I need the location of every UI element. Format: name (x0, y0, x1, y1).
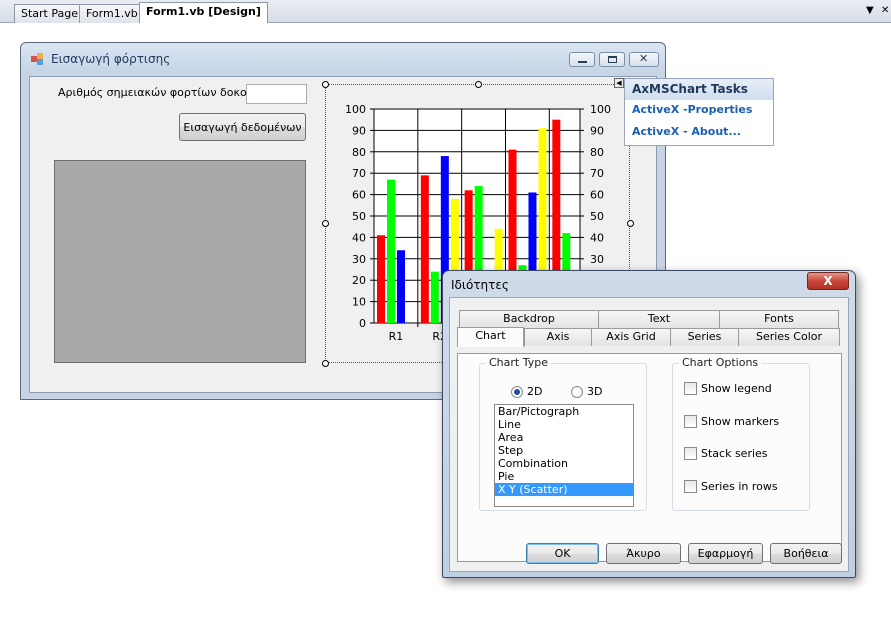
form-close-button[interactable]: ✕ (629, 52, 659, 67)
dialog-close-button[interactable]: X (807, 272, 849, 290)
tab-start-page[interactable]: Start Page (14, 4, 85, 23)
ok-button[interactable]: OK (526, 543, 599, 564)
radio-2d-label: 2D (527, 385, 543, 398)
maximize-icon (608, 56, 617, 63)
tab-text[interactable]: Text (598, 310, 720, 328)
y2-tick-label: 90 (590, 124, 604, 137)
show-markers-checkbox[interactable] (684, 415, 697, 428)
input-data-button[interactable]: Εισαγωγή δεδομένων (179, 113, 306, 141)
radio-3d[interactable] (571, 386, 583, 398)
x-tick-label: R1 (389, 330, 404, 343)
bar[interactable] (387, 179, 395, 323)
series-in-rows-label: Series in rows (701, 480, 778, 493)
dialog-title: Ιδιότητες (451, 278, 509, 292)
chart-type-option[interactable]: X Y (Scatter) (495, 483, 633, 496)
y-tick-label: 20 (352, 274, 366, 287)
chart-type-option[interactable]: Step (495, 444, 633, 457)
smart-tag-panel: AxMSChart Tasks ActiveX -Properties Acti… (624, 78, 774, 146)
cancel-button[interactable]: Άκυρο (606, 543, 681, 564)
y-tick-label: 90 (352, 124, 366, 137)
tab-series-color[interactable]: Series Color (738, 328, 840, 346)
y-tick-label: 80 (352, 146, 366, 159)
show-legend-label: Show legend (701, 382, 772, 395)
y2-tick-label: 50 (590, 210, 604, 223)
help-button[interactable]: Βοήθεια (770, 543, 842, 564)
close-icon: ✕ (639, 52, 649, 65)
tab-axis[interactable]: Axis (524, 328, 592, 346)
document-tab-bar: Start Page Form1.vb Form1.vb [Design] ▼ … (0, 0, 891, 24)
activex-properties-link[interactable]: ActiveX -Properties (625, 100, 773, 122)
tab-dropdown-icon[interactable]: ▼ (866, 5, 874, 16)
y-tick-label: 70 (352, 167, 366, 180)
chart-tab-page: Chart Type 2D 3D Bar/Pictograph Line Area S… (457, 353, 842, 562)
properties-dialog: Ιδιότητες X Backdrop Text Fonts Chart Ax… (442, 270, 856, 578)
loads-count-input[interactable] (246, 84, 307, 104)
show-legend-checkbox[interactable] (684, 382, 697, 395)
apply-button[interactable]: Εφαρμογή (688, 543, 763, 564)
tab-backdrop[interactable]: Backdrop (459, 310, 599, 328)
y2-tick-label: 80 (590, 146, 604, 159)
resize-handle[interactable] (322, 360, 329, 367)
stack-series-label: Stack series (701, 447, 768, 460)
resize-handle[interactable] (627, 220, 634, 227)
tab-fonts[interactable]: Fonts (719, 310, 839, 328)
dialog-client: Backdrop Text Fonts Chart Axis Axis Grid… (449, 297, 849, 572)
y2-tick-label: 70 (590, 167, 604, 180)
chart-type-title: Chart Type (486, 356, 551, 369)
series-in-rows-checkbox[interactable] (684, 480, 697, 493)
tab-form1-design[interactable]: Form1.vb [Design] (139, 2, 268, 24)
drawing-panel[interactable] (54, 160, 306, 363)
bar[interactable] (420, 175, 429, 323)
y2-tick-label: 30 (590, 253, 604, 266)
activex-about-link[interactable]: ActiveX - About... (625, 122, 773, 144)
y-tick-label: 30 (352, 253, 366, 266)
maximize-button[interactable] (599, 52, 625, 67)
chart-type-list[interactable]: Bar/Pictograph Line Area Step Combination Pie… (494, 404, 634, 507)
y-tick-label: 0 (359, 317, 366, 330)
bar[interactable] (430, 271, 439, 323)
chart-options-title: Chart Options (679, 356, 762, 369)
y-tick-label: 100 (345, 103, 366, 116)
tab-form1-code[interactable]: Form1.vb (79, 4, 145, 23)
radio-3d-label: 3D (587, 385, 603, 398)
y-tick-label: 10 (352, 296, 366, 309)
tab-close-icon[interactable]: ✕ (881, 5, 889, 16)
form-title: Εισαγωγή φόρτισης (51, 52, 171, 66)
show-markers-label: Show markers (701, 415, 780, 428)
chart-type-option[interactable]: Pie (495, 470, 633, 483)
y2-tick-label: 60 (590, 189, 604, 202)
form-icon (31, 53, 43, 65)
bar[interactable] (397, 250, 405, 323)
bar[interactable] (377, 235, 385, 323)
loads-count-label: Αριθμός σημειακών φορτίων δοκού (58, 86, 254, 99)
y2-tick-label: 100 (590, 103, 611, 116)
chart-type-option[interactable]: Combination (495, 457, 633, 470)
smart-tag-glyph[interactable]: ◀ (614, 78, 624, 88)
minimize-icon (578, 61, 587, 63)
chart-type-option[interactable]: Bar/Pictograph (495, 405, 633, 418)
chart-type-option[interactable]: Area (495, 431, 633, 444)
smart-tag-title: AxMSChart Tasks (625, 79, 773, 100)
tab-chart[interactable]: Chart (457, 327, 524, 347)
y-tick-label: 60 (352, 189, 366, 202)
tab-series[interactable]: Series (670, 328, 739, 346)
tab-axis-grid[interactable]: Axis Grid (591, 328, 671, 346)
radio-2d[interactable] (511, 386, 523, 398)
y-tick-label: 50 (352, 210, 366, 223)
chart-type-option[interactable]: Line (495, 418, 633, 431)
y2-tick-label: 40 (590, 231, 604, 244)
minimize-button[interactable] (569, 52, 595, 67)
y-tick-label: 40 (352, 231, 366, 244)
stack-series-checkbox[interactable] (684, 447, 697, 460)
